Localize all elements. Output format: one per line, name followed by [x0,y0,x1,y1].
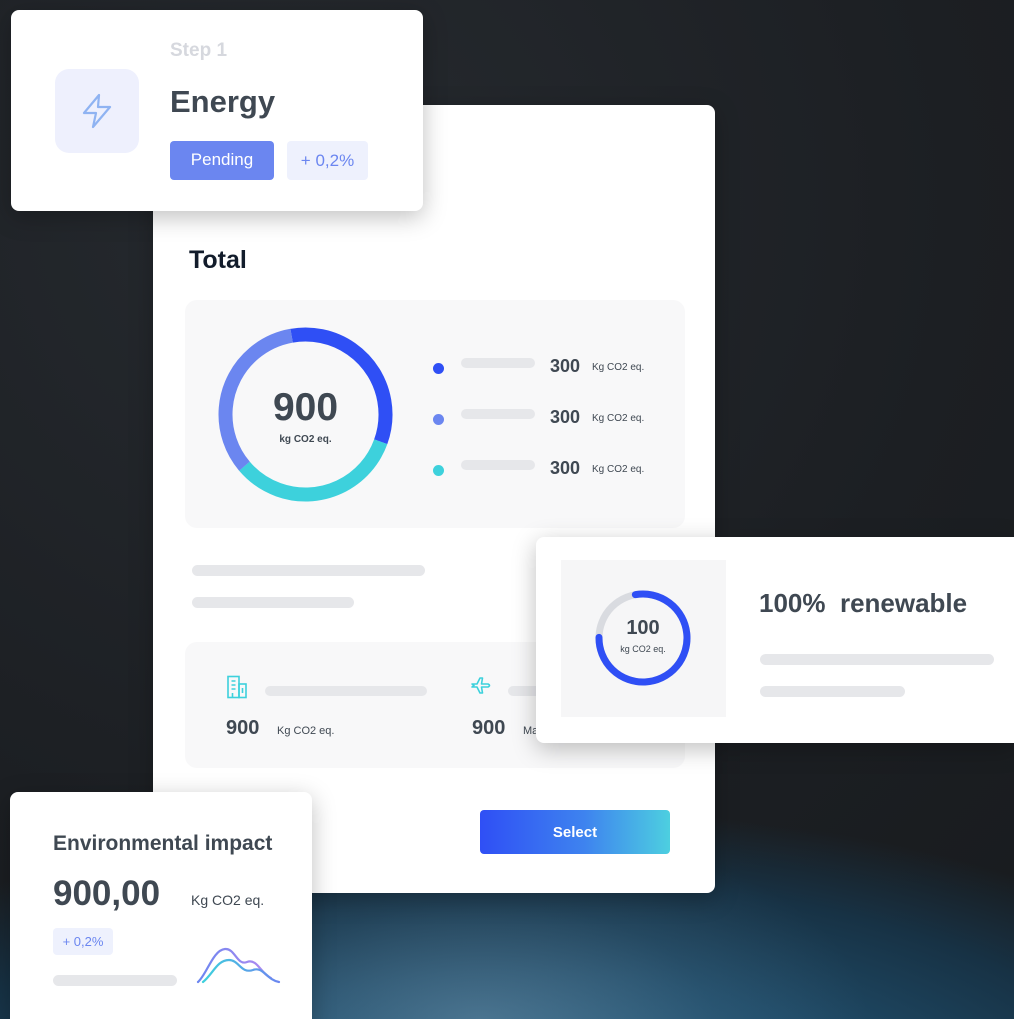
legend-value: 300 [550,407,581,427]
metric-unit: Kg CO2 eq. [277,725,335,737]
legend-item: 300 Kg CO2 eq. [433,407,663,431]
legend-label-placeholder [461,460,535,470]
energy-step-card[interactable]: Step 1 Energy Pending + 0,2% [11,10,423,211]
select-button[interactable]: Select [480,810,670,854]
airplane-icon [471,677,491,694]
metric-value: 900 [472,717,506,739]
legend-label-placeholder [461,358,535,368]
legend-dot-blue [433,363,444,374]
text-placeholder-line [53,975,177,986]
renewable-title: 100% renewable [759,588,968,618]
text-placeholder-line [192,597,354,608]
legend-unit: Kg CO2 eq. [592,464,645,475]
legend-label-placeholder [461,409,535,419]
step-label: Step 1 [170,40,228,61]
environmental-impact-card: Environmental impact 900,00 Kg CO2 eq. +… [10,792,312,1019]
building-icon [227,675,247,699]
text-placeholder-line [192,565,425,576]
metric-label-placeholder [265,686,427,696]
legend-value: 300 [550,458,581,478]
total-card: Total 900 kg CO2 eq. 300 Kg CO2 eq. 300 … [153,105,715,893]
text-placeholder-line [760,654,994,665]
impact-unit: Kg CO2 eq. [191,892,265,908]
gauge-unit: kg CO2 eq. [620,644,666,654]
donut-total-unit: kg CO2 eq. [279,434,332,445]
legend-unit: Kg CO2 eq. [592,413,645,424]
pending-status-button[interactable]: Pending [170,141,274,180]
legend-item: 300 Kg CO2 eq. [433,458,663,482]
trend-waves-icon [196,947,281,984]
metric-value: 900 [226,717,260,739]
step-title: Energy [170,84,276,119]
legend-dot-teal [433,465,444,476]
gauge-value: 100 [626,617,660,639]
legend-value: 300 [550,356,581,376]
renewable-gauge-panel: 100 kg CO2 eq. [561,560,726,717]
impact-delta-badge: + 0,2% [53,928,113,955]
renewable-card: 100 kg CO2 eq. 100% renewable [536,537,1014,743]
lightning-icon [82,93,112,129]
total-title: Total [189,246,247,274]
donut-panel: 900 kg CO2 eq. 300 Kg CO2 eq. 300 Kg CO2… [185,300,685,528]
donut-total-value: 900 [272,386,339,429]
legend-item: 300 Kg CO2 eq. [433,356,663,380]
impact-title: Environmental impact [53,832,273,855]
text-placeholder-line [760,686,905,697]
energy-icon-box [55,69,139,153]
legend-dot-periwinkle [433,414,444,425]
impact-value: 900,00 [53,874,161,913]
delta-badge: + 0,2% [287,141,368,180]
legend-unit: Kg CO2 eq. [592,362,645,373]
